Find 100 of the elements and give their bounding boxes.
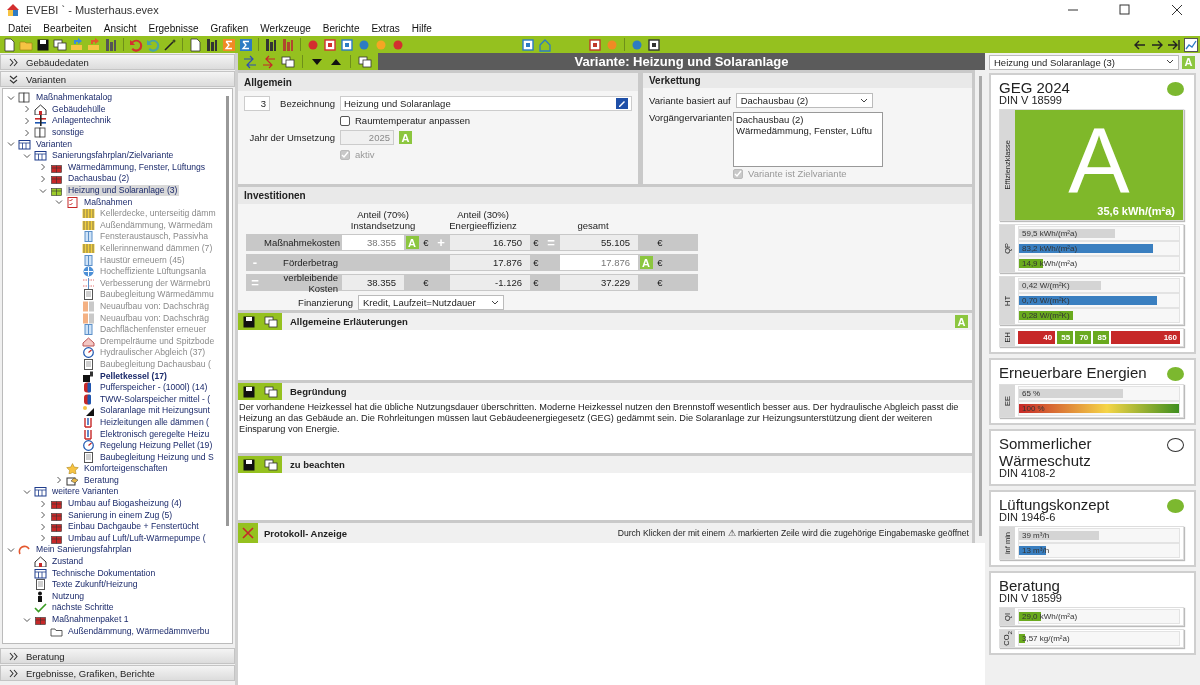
tree-item[interactable]: Mein Sanierungsfahrplan (34, 544, 134, 556)
expand-icon[interactable] (23, 117, 31, 125)
tree-item[interactable]: Umbau auf Biogasheizung (4) (66, 498, 184, 510)
expand-icon[interactable] (39, 522, 47, 531)
document-icon[interactable] (188, 37, 202, 52)
copy-icon[interactable] (53, 37, 67, 52)
menu-item[interactable]: Werkzeuge (254, 22, 317, 34)
collapse-icon[interactable] (23, 488, 31, 496)
tree-item[interactable]: Komforteigenschaften (82, 463, 170, 475)
checkbox[interactable] (340, 115, 350, 126)
tree-item[interactable]: Heizung und Solaranlage (3) (66, 185, 180, 197)
menu-item[interactable]: Extras (365, 22, 406, 34)
name-field[interactable]: Heizung und Solaranlage (340, 96, 632, 111)
save-icon[interactable] (36, 37, 50, 52)
section-header[interactable]: Varianten (0, 71, 235, 87)
tree-item[interactable]: Maßnahmen (82, 196, 135, 208)
menu-item[interactable]: Datei (2, 22, 38, 34)
financing-dropdown[interactable]: Kredit, Laufzeit=Nutzdauer (358, 295, 504, 310)
menu-item[interactable]: Berichte (316, 22, 366, 34)
expand-icon[interactable] (39, 534, 47, 543)
tree-item[interactable]: Zustand (50, 556, 86, 568)
menu-item[interactable]: Grafiken (204, 22, 255, 34)
number-field[interactable]: 3 (244, 96, 270, 111)
bar-chart-icon[interactable] (205, 37, 219, 52)
tree-item[interactable]: Außendämmung, Wärmedämmverbu (66, 625, 212, 637)
tree-item[interactable]: Gebäudehülle (50, 103, 108, 115)
predecessor-list[interactable]: Dachausbau (2) Wärmedämmung, Fenster, Lüftu (732, 112, 883, 167)
collapse-icon[interactable] (55, 198, 63, 207)
section-header[interactable]: Ergebnisse, Grafiken, Berichte (0, 665, 235, 681)
collapse-icon[interactable] (7, 545, 15, 554)
menu-item[interactable]: Ergebnisse (142, 22, 205, 34)
sigma-icon[interactable] (239, 37, 253, 52)
copy-icon[interactable] (358, 54, 372, 69)
tree-item[interactable]: Wärmedämmung, Fenster, Lüftungs (66, 161, 208, 173)
expand-icon[interactable] (39, 174, 47, 183)
expand-icon[interactable] (39, 163, 47, 172)
arrow-to-bar-icon[interactable] (1167, 37, 1181, 52)
save-icon[interactable] (242, 457, 256, 472)
arrows-icon[interactable] (243, 54, 257, 69)
new-file-icon[interactable] (2, 37, 16, 52)
amount-field[interactable]: 17.876 (560, 255, 638, 270)
collapse-icon[interactable] (23, 151, 31, 160)
scrollbar-thumb[interactable] (978, 76, 982, 536)
tree-item[interactable]: Pelletkessel (17) (98, 370, 169, 382)
tree-item[interactable]: Regelung Heizung Pellet (19) (98, 440, 215, 452)
variant-dropdown[interactable]: Dachausbau (2) (735, 93, 873, 108)
copy-icon[interactable] (281, 54, 295, 69)
scrollbar-thumb[interactable] (226, 96, 229, 526)
expand-icon[interactable] (23, 128, 31, 137)
tree-item[interactable]: Maßnahmenpaket 1 (50, 614, 131, 625)
collapse-icon[interactable] (23, 615, 31, 624)
tree-item[interactable]: Sanierungsfahrplan/Zielvariante (50, 150, 176, 162)
list-item[interactable]: Wärmedämmung, Fenster, Lüftu (735, 125, 880, 136)
tree-item[interactable]: Anlagentechnik (50, 115, 113, 127)
menu-item[interactable]: Bearbeiten (37, 22, 98, 34)
list-item[interactable]: Dachausbau (2) (735, 114, 880, 125)
import-icon[interactable] (70, 37, 84, 52)
tree-item[interactable]: Baubegleitung Heizung und S (98, 451, 216, 463)
pencil-icon[interactable] (616, 98, 628, 109)
frame-icon[interactable] (588, 37, 602, 52)
tree-item[interactable]: Varianten (34, 138, 75, 150)
save-icon[interactable] (242, 314, 256, 329)
tree-item[interactable]: sonstige (50, 127, 86, 139)
menu-item[interactable]: Hilfe (405, 22, 438, 34)
amount-field[interactable]: 38.355 (342, 235, 404, 250)
tree-item[interactable]: Texte Zukunft/Heizung (50, 579, 140, 591)
bar-chart-icon[interactable] (281, 37, 295, 52)
collapse-icon[interactable] (39, 186, 47, 195)
line-chart-icon[interactable] (1184, 37, 1198, 52)
tree-item[interactable]: Einbau Dachgaube + Fenstertücht (66, 521, 201, 533)
collapse-icon[interactable] (7, 140, 15, 149)
section-header[interactable]: Beratung (0, 648, 235, 664)
menu-item[interactable]: Ansicht (97, 22, 143, 34)
magic-wand-icon[interactable] (163, 37, 177, 52)
tree-item[interactable]: Umbau auf Luft/Luft-Wärmepumpe ( (66, 532, 208, 544)
tree-item[interactable]: Beratung (82, 474, 121, 486)
copy-icon[interactable] (264, 314, 278, 329)
save-icon[interactable] (242, 384, 256, 399)
collapse-icon[interactable] (7, 93, 15, 102)
tree-item[interactable]: Pufferspeicher - (1000l) (14) (98, 382, 210, 394)
tree-item[interactable]: weitere Varianten (50, 486, 121, 498)
tree-item[interactable]: Dachausbau (2) (66, 173, 132, 185)
tree-item[interactable]: Sanierung in einem Zug (5) (66, 509, 175, 521)
undo-icon[interactable] (129, 37, 143, 52)
bar-chart-icon[interactable] (264, 37, 278, 52)
tree-item[interactable]: Solaranlage mit Heizungsunt (98, 405, 212, 417)
frame-icon[interactable] (647, 37, 661, 52)
tree-item[interactable]: Technische Dokumentation (50, 567, 158, 579)
expand-icon[interactable] (39, 511, 47, 520)
expand-icon[interactable] (39, 499, 47, 508)
tree-item[interactable]: Nutzung (50, 590, 86, 602)
expand-icon[interactable] (55, 476, 63, 485)
tree-item[interactable]: Maßnahmenkatalog (34, 92, 114, 104)
house-icon[interactable] (538, 37, 552, 52)
arrows-icon[interactable] (262, 54, 276, 69)
export-icon[interactable] (87, 37, 101, 52)
tree-item[interactable]: nächste Schritte (50, 602, 116, 614)
expand-icon[interactable] (23, 105, 31, 114)
tree-item[interactable]: Heizleitungen alle dämmen ( (98, 416, 211, 428)
section-header[interactable]: Gebäudedaten (0, 54, 235, 70)
